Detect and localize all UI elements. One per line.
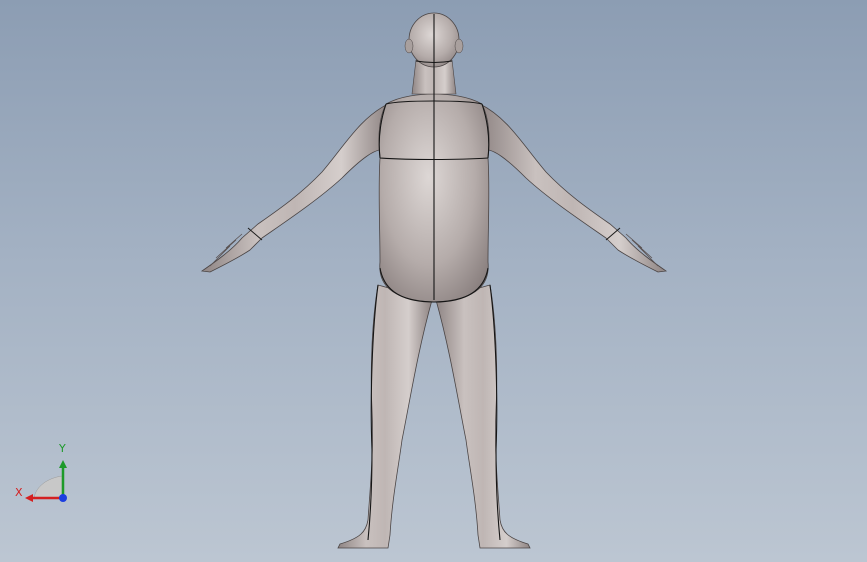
human-body-model[interactable] <box>0 0 867 562</box>
right-leg <box>435 284 531 549</box>
y-axis-arrow-icon <box>59 460 67 468</box>
y-axis-label: Y <box>59 442 66 455</box>
x-axis-arrow-icon <box>25 494 33 502</box>
left-leg <box>337 284 433 549</box>
right-arm <box>479 103 668 273</box>
orientation-triad[interactable] <box>10 440 80 510</box>
x-axis-label: X <box>15 486 23 499</box>
left-arm <box>200 103 389 273</box>
triad-plane-shape <box>33 475 63 499</box>
graphics-viewport[interactable]: X Y <box>0 0 867 562</box>
z-axis-dot-icon <box>59 494 67 502</box>
